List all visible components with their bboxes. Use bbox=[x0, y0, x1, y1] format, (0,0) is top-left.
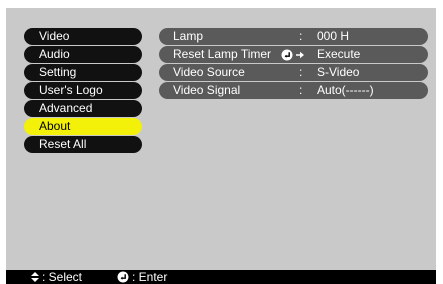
main-menu: Video Audio Setting User's Logo Advanced… bbox=[24, 28, 142, 154]
menu-item-about[interactable]: About bbox=[24, 118, 142, 135]
video-source-label: Video Source bbox=[173, 65, 245, 79]
lamp-row: Lamp : 000 H bbox=[159, 28, 428, 45]
menu-item-video[interactable]: Video bbox=[24, 28, 142, 45]
menu-item-users-logo[interactable]: User's Logo bbox=[24, 82, 142, 99]
execute-label[interactable]: Execute bbox=[317, 46, 360, 63]
reset-lamp-timer-label: Reset Lamp Timer bbox=[173, 47, 272, 61]
menu-item-reset-all[interactable]: Reset All bbox=[24, 136, 142, 153]
arrow-right-icon bbox=[296, 51, 304, 58]
menu-item-audio[interactable]: Audio bbox=[24, 46, 142, 63]
up-down-arrows-icon bbox=[31, 272, 39, 282]
lamp-colon: : bbox=[299, 29, 303, 43]
video-signal-value: Auto(------) bbox=[317, 83, 374, 97]
enter-icon bbox=[281, 49, 293, 60]
footer-select-text: : Select bbox=[42, 270, 83, 284]
video-source-row: Video Source : S-Video bbox=[159, 64, 428, 81]
video-signal-colon: : bbox=[299, 83, 303, 97]
lamp-label: Lamp bbox=[173, 29, 204, 43]
reset-lamp-timer-row[interactable]: Reset Lamp Timer Execute bbox=[159, 46, 428, 63]
menu-item-advanced[interactable]: Advanced bbox=[24, 100, 142, 117]
video-signal-row: Video Signal : Auto(------) bbox=[159, 82, 428, 99]
projector-osd-screen: Video Audio Setting User's Logo Advanced… bbox=[6, 8, 436, 284]
footer-enter-text: : Enter bbox=[132, 270, 168, 284]
menu-item-setting[interactable]: Setting bbox=[24, 64, 142, 81]
execute-action[interactable]: Execute bbox=[281, 46, 360, 63]
video-source-colon: : bbox=[299, 65, 303, 79]
footer-help-bar: : Select : Enter bbox=[6, 270, 436, 284]
about-details-panel: Lamp : 000 H Reset Lamp Timer Execute Vi… bbox=[159, 28, 428, 100]
enter-icon bbox=[117, 271, 129, 283]
video-signal-label: Video Signal bbox=[173, 83, 241, 97]
lamp-hours-value: 000 H bbox=[317, 29, 350, 43]
video-source-value: S-Video bbox=[317, 65, 360, 79]
